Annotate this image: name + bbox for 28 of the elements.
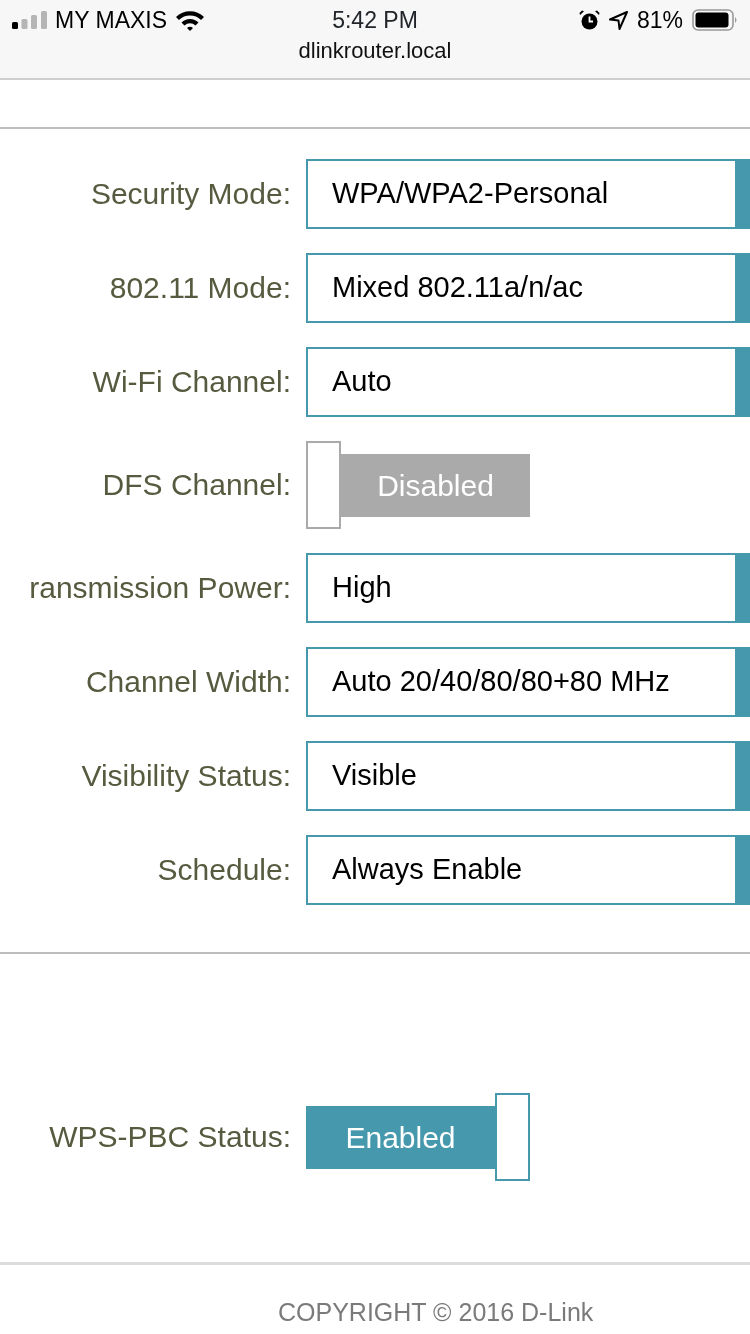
field-label: Schedule:	[157, 852, 291, 888]
dropdown-field[interactable]: Mixed 802.11a/n/ac	[306, 253, 750, 323]
field-label: ransmission Power:	[29, 570, 291, 606]
dropdown-field[interactable]: WPA/WPA2-Personal	[306, 159, 750, 229]
field-label: 802.11 Mode:	[109, 270, 291, 306]
field-label: Wi-Fi Channel:	[92, 364, 291, 400]
dropdown-field[interactable]: Auto	[306, 347, 750, 417]
field-label: Security Mode:	[90, 176, 291, 212]
dropdown-field[interactable]: Visible	[306, 741, 750, 811]
battery-percent: 81%	[636, 8, 683, 32]
field-label: WPS-PBC Status:	[49, 1119, 291, 1155]
page-url[interactable]: dlinkrouter.local	[298, 40, 452, 62]
alarm-clock-icon	[578, 9, 600, 31]
field-label: Visibility Status:	[81, 758, 291, 794]
dropdown-field[interactable]: High	[306, 553, 750, 623]
field-label: Channel Width:	[85, 664, 291, 700]
clock-time: 5:42 PM	[332, 7, 418, 33]
location-arrow-icon	[608, 10, 628, 30]
copyright-text: COPYRIGHT © 2016 D-Link	[278, 1298, 594, 1326]
carrier-name: MY MAXIS	[55, 8, 168, 32]
signal-bars-icon	[12, 11, 47, 29]
wifi-icon	[175, 9, 206, 31]
toggle-knob[interactable]	[306, 441, 341, 529]
dropdown-field[interactable]: Always Enable	[306, 835, 750, 905]
toggle-knob[interactable]	[495, 1093, 530, 1181]
field-label: DFS Channel:	[102, 467, 291, 503]
dropdown-field[interactable]: Auto 20/40/80/80+80 MHz	[306, 647, 750, 717]
battery-icon	[692, 9, 738, 31]
